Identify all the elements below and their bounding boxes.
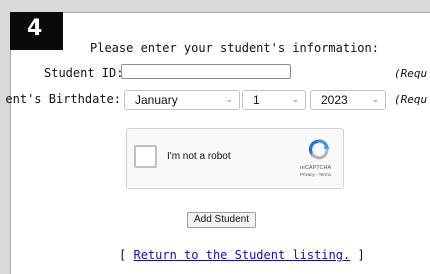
birth-year-select[interactable]: 2023 ⌄ (310, 90, 386, 110)
birth-month-value: January (135, 93, 178, 107)
bracket-open: [ (119, 248, 127, 262)
step-badge: 4 (10, 12, 63, 50)
recaptcha-brand-text: reCAPTCHA (300, 165, 332, 171)
bracket-close: ] (357, 248, 365, 262)
chevron-down-icon: ⌄ (291, 95, 299, 105)
birth-month-select[interactable]: January ⌄ (124, 90, 240, 110)
recaptcha-privacy-terms[interactable]: Privacy - Terms (300, 172, 331, 177)
student-id-required-note: (Requ (394, 67, 428, 80)
return-to-student-listing-link[interactable]: Return to the Student listing. (133, 248, 350, 262)
page: 4 Please enter your student's informatio… (0, 0, 430, 274)
chevron-down-icon: ⌄ (371, 95, 379, 105)
recaptcha-checkbox[interactable] (134, 145, 157, 168)
birth-day-select[interactable]: 1 ⌄ (242, 90, 306, 110)
add-student-button[interactable]: Add Student (187, 212, 256, 228)
student-id-input[interactable] (121, 64, 291, 79)
birthdate-required-note: (Requ (394, 93, 428, 106)
recaptcha-icon (308, 139, 330, 160)
student-id-label: Student ID: (44, 66, 124, 80)
return-link-line: [ Return to the Student listing. ] (119, 248, 365, 262)
birth-day-value: 1 (253, 93, 260, 107)
birth-year-value: 2023 (321, 93, 348, 107)
birthdate-label: ent's Birthdate: (5, 92, 121, 106)
form-intro-text: Please enter your student's information: (90, 41, 379, 55)
recaptcha-checkbox-label: I'm not a robot (167, 151, 231, 162)
chevron-down-icon: ⌄ (225, 95, 233, 105)
